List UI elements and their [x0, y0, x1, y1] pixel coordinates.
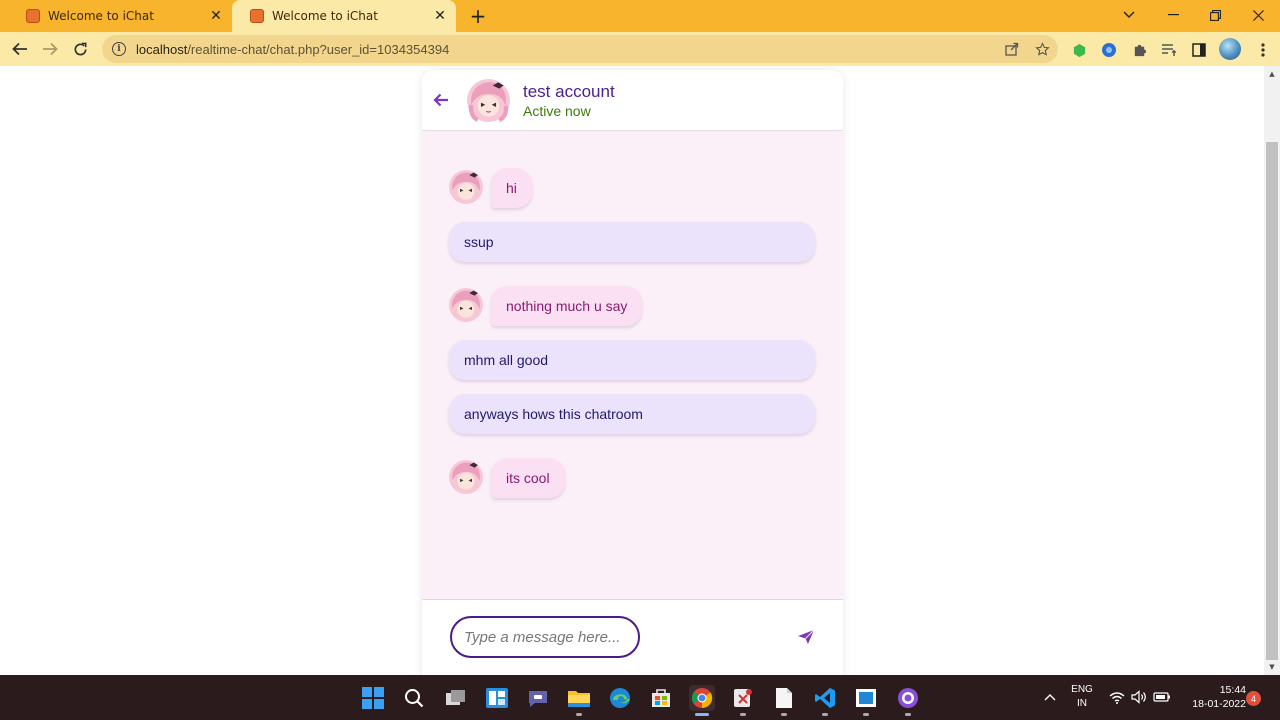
teams-chat-icon[interactable] [525, 685, 551, 711]
back-arrow-icon[interactable] [8, 37, 32, 61]
scroll-down-icon[interactable]: ▼ [1264, 659, 1280, 675]
language-region: IN [1077, 698, 1087, 709]
chat-box: hi ssup nothing much u say mhm all good … [422, 131, 843, 600]
typing-area [422, 600, 843, 675]
tab-search-chevron-icon[interactable] [1107, 0, 1151, 30]
chrome-browser-icon[interactable] [689, 685, 715, 711]
ichat-favicon-icon [250, 9, 264, 23]
close-tab-icon[interactable]: ✕ [432, 8, 448, 24]
reading-list-icon[interactable] [1160, 41, 1178, 59]
message-input[interactable] [450, 616, 640, 658]
chat-header: test account Active now [422, 70, 843, 131]
incoming-message: hi [491, 168, 532, 208]
taskbar-active-indicator [695, 713, 709, 716]
contact-name: test account [523, 82, 615, 101]
clock-time: 15:44 [1219, 684, 1246, 696]
incoming-message: its cool [491, 458, 565, 498]
taskbar-running-indicator [576, 713, 582, 716]
chat-window: test account Active now hi ssup nothing … [422, 70, 843, 675]
site-info-icon[interactable]: i [112, 42, 126, 56]
windows-start-icon[interactable] [360, 685, 386, 711]
github-desktop-icon[interactable] [895, 685, 921, 711]
outgoing-message: anyways hows this chatroom [449, 394, 815, 434]
close-tab-icon[interactable]: ✕ [208, 8, 224, 24]
task-view-icon[interactable] [443, 685, 469, 711]
snipping-tool-icon[interactable] [730, 685, 756, 711]
battery-icon[interactable] [1153, 688, 1171, 706]
contact-avatar [467, 79, 510, 122]
browser-toolbar: i localhost/realtime-chat/chat.php?user_… [0, 32, 1280, 66]
contact-status: Active now [523, 103, 591, 119]
incoming-avatar [449, 460, 483, 494]
page-scrollbar[interactable]: ▲ ▼ [1264, 66, 1280, 675]
tab-title: Welcome to iChat [48, 9, 154, 23]
browser-tab-1[interactable]: Welcome to iChat ✕ [8, 0, 232, 32]
url-text: localhost/realtime-chat/chat.php?user_id… [136, 42, 449, 57]
forward-arrow-icon[interactable] [38, 37, 62, 61]
extension-globe-icon[interactable] [1100, 41, 1118, 59]
show-hidden-icons-chevron-icon[interactable] [1042, 687, 1058, 707]
incoming-message: nothing much u say [491, 286, 643, 326]
windows-taskbar: ENG IN 15:44 18-01-2022 4 [0, 675, 1280, 720]
url-host: localhost [136, 41, 188, 57]
back-arrow-icon[interactable] [432, 90, 450, 110]
incoming-avatar [449, 288, 483, 322]
url-path: /realtime-chat/chat.php?user_id=10343543… [187, 41, 450, 57]
extension-cube-icon[interactable] [1070, 41, 1088, 59]
reload-icon[interactable] [68, 37, 92, 61]
file-explorer-icon[interactable] [566, 685, 592, 711]
close-window-icon[interactable] [1236, 0, 1280, 30]
outgoing-message: ssup [449, 222, 815, 262]
share-icon[interactable] [1004, 41, 1020, 57]
side-panel-icon[interactable] [1190, 41, 1208, 59]
new-tab-icon[interactable]: + [466, 4, 490, 28]
language-code: ENG [1071, 684, 1093, 695]
scroll-thumb[interactable] [1266, 142, 1278, 660]
system-clock[interactable]: 15:44 18-01-2022 [1178, 683, 1246, 711]
search-icon[interactable] [401, 685, 427, 711]
wifi-icon[interactable] [1108, 688, 1126, 706]
send-icon[interactable] [795, 626, 817, 648]
notepad-icon[interactable] [771, 685, 797, 711]
volume-icon[interactable] [1130, 688, 1148, 706]
input-language[interactable]: ENG IN [1068, 683, 1096, 711]
scroll-up-icon[interactable]: ▲ [1264, 66, 1280, 82]
address-bar[interactable]: i localhost/realtime-chat/chat.php?user_… [102, 35, 1058, 63]
taskbar-running-indicator [822, 713, 828, 716]
browser-menu-icon[interactable] [1254, 41, 1272, 59]
window-app-icon[interactable] [853, 685, 879, 711]
browser-tab-2[interactable]: Welcome to iChat ✕ [232, 0, 456, 32]
outgoing-message: mhm all good [449, 340, 815, 380]
taskbar-running-indicator [740, 713, 746, 716]
clock-date: 18-01-2022 [1192, 698, 1246, 710]
bookmark-star-icon[interactable] [1034, 41, 1050, 57]
ichat-favicon-icon [26, 9, 40, 23]
taskbar-running-indicator [863, 713, 869, 716]
vscode-icon[interactable] [812, 685, 838, 711]
minimize-icon[interactable] [1151, 0, 1195, 30]
edge-browser-icon[interactable] [607, 685, 633, 711]
profile-avatar[interactable] [1219, 38, 1241, 60]
widgets-icon[interactable] [484, 685, 510, 711]
taskbar-running-indicator [781, 713, 787, 716]
page-viewport: test account Active now hi ssup nothing … [0, 66, 1264, 675]
incoming-avatar [449, 170, 483, 204]
microsoft-store-icon[interactable] [648, 685, 674, 711]
taskbar-running-indicator [905, 713, 911, 716]
notification-badge[interactable]: 4 [1246, 691, 1261, 706]
tab-title: Welcome to iChat [272, 9, 378, 23]
restore-icon[interactable] [1193, 0, 1237, 30]
extensions-puzzle-icon[interactable] [1130, 41, 1148, 59]
browser-tab-bar: Welcome to iChat ✕ Welcome to iChat ✕ + [0, 0, 1280, 32]
